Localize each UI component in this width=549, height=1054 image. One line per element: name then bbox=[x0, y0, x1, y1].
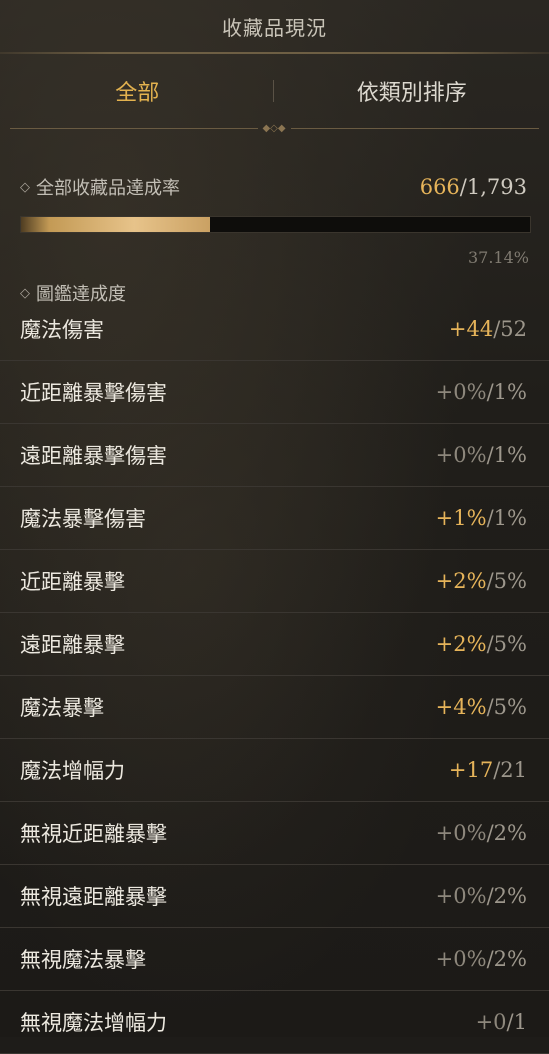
tab-divider bbox=[273, 80, 274, 102]
stat-value: +0/1 bbox=[476, 1010, 527, 1034]
stat-row: 魔法傷害 +44/52 bbox=[0, 298, 549, 361]
stat-current: +17 bbox=[449, 758, 493, 782]
stat-value: +1%/1% bbox=[436, 506, 527, 530]
stat-name: 無視近距離暴擊 bbox=[20, 818, 167, 848]
stat-value: +0%/1% bbox=[436, 443, 527, 467]
stat-row: 無視遠距離暴擊 +0%/2% bbox=[0, 865, 549, 928]
stat-separator: / bbox=[487, 380, 494, 404]
stat-current: +0% bbox=[436, 821, 487, 845]
stat-row: 無視近距離暴擊 +0%/2% bbox=[0, 802, 549, 865]
stat-max: 1% bbox=[494, 506, 527, 530]
stat-value: +2%/5% bbox=[436, 569, 527, 593]
stat-name: 魔法暴擊傷害 bbox=[20, 503, 146, 533]
stat-max: 1% bbox=[494, 443, 527, 467]
stat-name: 遠距離暴擊傷害 bbox=[20, 440, 167, 470]
stat-current: +44 bbox=[449, 317, 493, 341]
stat-name: 無視遠距離暴擊 bbox=[20, 881, 167, 911]
page-title: 收藏品現況 bbox=[0, 0, 549, 52]
stat-max: 2% bbox=[494, 821, 527, 845]
stat-name: 無視魔法增幅力 bbox=[20, 1007, 167, 1037]
stat-max: 5% bbox=[494, 695, 527, 719]
stat-separator: / bbox=[487, 947, 494, 971]
collection-progress-fill bbox=[21, 217, 210, 232]
stat-value: +44/52 bbox=[449, 317, 527, 341]
stat-separator: / bbox=[487, 443, 494, 467]
stat-separator: / bbox=[487, 506, 494, 530]
stat-max: 5% bbox=[494, 632, 527, 656]
stat-name: 近距離暴擊 bbox=[20, 566, 125, 596]
overall-collection-label: 全部收藏品達成率 bbox=[36, 174, 180, 200]
stat-current: +0 bbox=[476, 1010, 507, 1034]
stat-row: 近距離暴擊傷害 +0%/1% bbox=[0, 361, 549, 424]
stat-row: 魔法暴擊傷害 +1%/1% bbox=[0, 487, 549, 550]
stat-current: +0% bbox=[436, 380, 487, 404]
stat-max: 5% bbox=[494, 569, 527, 593]
stat-max: 52 bbox=[500, 317, 527, 341]
stat-current: +4% bbox=[436, 695, 487, 719]
tab-underline: ◆◇◆ bbox=[0, 124, 549, 134]
stat-row: 近距離暴擊 +2%/5% bbox=[0, 550, 549, 613]
stat-current: +0% bbox=[436, 443, 487, 467]
stat-max: 1 bbox=[514, 1010, 527, 1034]
stat-value: +0%/2% bbox=[436, 884, 527, 908]
stat-separator: / bbox=[487, 884, 494, 908]
overall-collection-row: ◇ 全部收藏品達成率 666/1,793 bbox=[20, 174, 527, 200]
stat-separator: / bbox=[507, 1010, 514, 1034]
stat-value: +0%/2% bbox=[436, 947, 527, 971]
stat-name: 近距離暴擊傷害 bbox=[20, 377, 167, 407]
stat-max: 2% bbox=[494, 884, 527, 908]
tab-bar: 全部 依類別排序 bbox=[0, 60, 549, 122]
stat-name: 遠距離暴擊 bbox=[20, 629, 125, 659]
tab-all[interactable]: 全部 bbox=[0, 60, 275, 122]
stat-current: +0% bbox=[436, 884, 487, 908]
stat-name: 魔法暴擊 bbox=[20, 692, 104, 722]
stat-separator: / bbox=[487, 632, 494, 656]
collection-progress-bar bbox=[20, 216, 531, 233]
stat-row: 無視魔法增幅力 +0/1 bbox=[0, 991, 549, 1054]
stat-value: +2%/5% bbox=[436, 632, 527, 656]
stat-name: 魔法增幅力 bbox=[20, 755, 125, 785]
stat-separator: / bbox=[487, 821, 494, 845]
stat-row: 遠距離暴擊傷害 +0%/1% bbox=[0, 424, 549, 487]
stat-value: +17/21 bbox=[449, 758, 527, 782]
stat-max: 21 bbox=[500, 758, 527, 782]
tab-by-category[interactable]: 依類別排序 bbox=[275, 60, 549, 122]
stat-max: 2% bbox=[494, 947, 527, 971]
stat-row: 魔法暴擊 +4%/5% bbox=[0, 676, 549, 739]
stat-separator: / bbox=[487, 695, 494, 719]
collected-count: 666 bbox=[420, 175, 460, 199]
diamond-icon: ◇ bbox=[20, 180, 30, 195]
total-count: 1,793 bbox=[467, 175, 527, 199]
stat-name: 魔法傷害 bbox=[20, 314, 104, 344]
stat-value: +0%/2% bbox=[436, 821, 527, 845]
stat-separator: / bbox=[487, 569, 494, 593]
stat-row: 遠距離暴擊 +2%/5% bbox=[0, 613, 549, 676]
ornament-icon: ◆◇◆ bbox=[262, 124, 285, 134]
header-divider bbox=[0, 52, 549, 54]
stat-current: +1% bbox=[436, 506, 487, 530]
stat-value: +0%/1% bbox=[436, 380, 527, 404]
stat-name: 無視魔法暴擊 bbox=[20, 944, 146, 974]
stat-value: +4%/5% bbox=[436, 695, 527, 719]
stat-row: 無視魔法暴擊 +0%/2% bbox=[0, 928, 549, 991]
stat-max: 1% bbox=[494, 380, 527, 404]
stat-row: 魔法增幅力 +17/21 bbox=[0, 739, 549, 802]
stat-current: +2% bbox=[436, 632, 487, 656]
collection-percent: 37.14% bbox=[468, 248, 529, 267]
overall-collection-count: 666/1,793 bbox=[420, 175, 527, 199]
stat-current: +0% bbox=[436, 947, 487, 971]
stat-current: +2% bbox=[436, 569, 487, 593]
